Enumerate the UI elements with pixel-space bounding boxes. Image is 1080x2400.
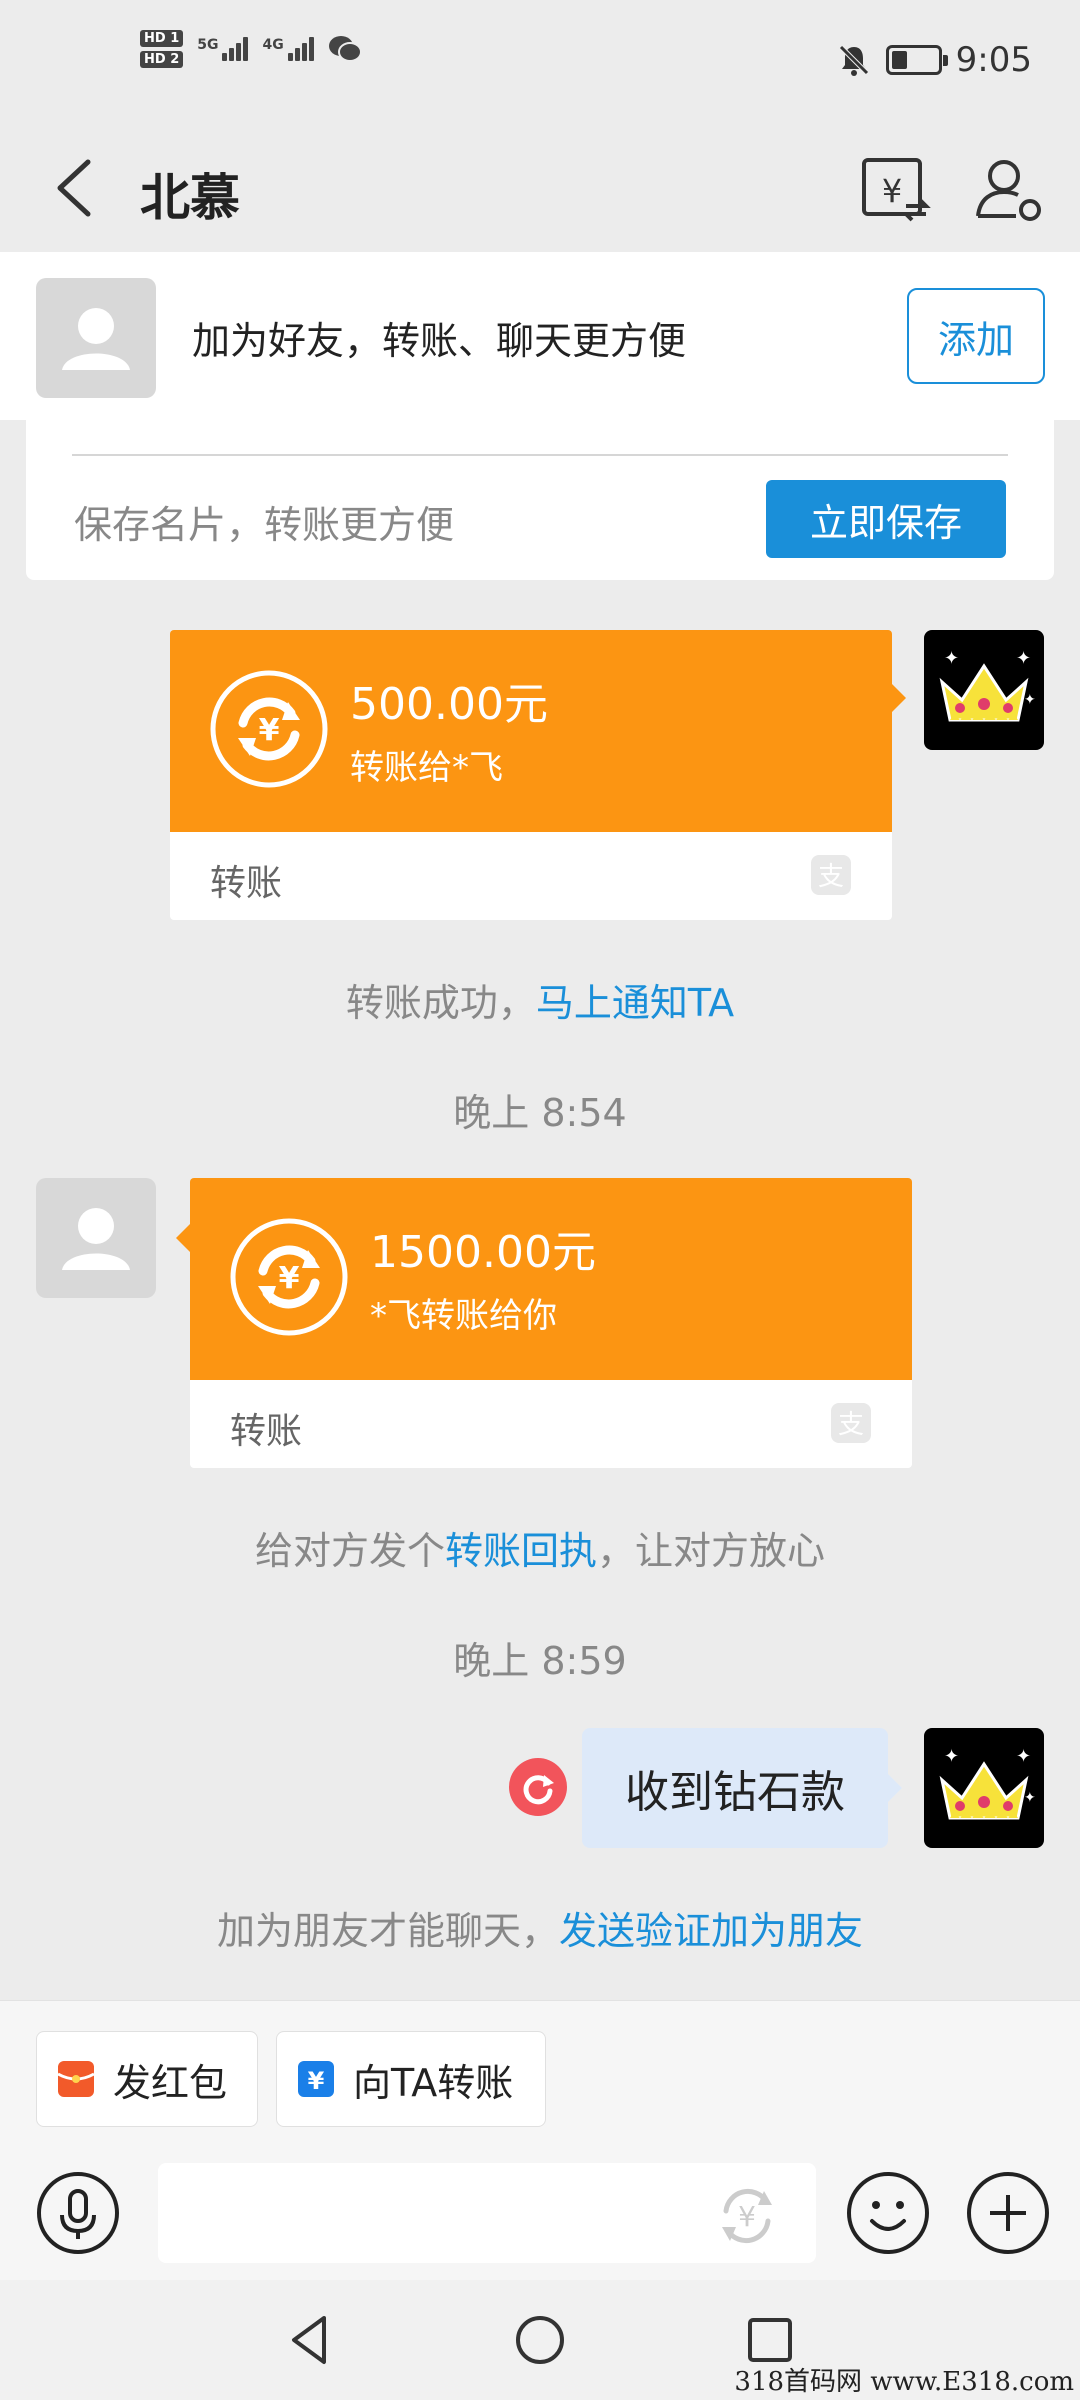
transfer-label: 向TA转账: [353, 2060, 514, 2105]
input-row: ¥: [0, 2161, 1080, 2271]
svg-text:✦: ✦: [944, 1746, 959, 1767]
transfer-exchange-icon: ¥: [230, 1218, 348, 1336]
transfer-description: 转账给*飞: [350, 748, 503, 788]
signal-4g-icon: 4G: [262, 37, 314, 61]
bubble-tail: [176, 1222, 192, 1254]
alipay-icon: 支: [811, 855, 851, 895]
transfer-card-footer: 转账 支: [170, 832, 892, 920]
notice-text-suffix: ，让对方放心: [597, 1529, 826, 1573]
crown-icon: ✦ ✦ ✦: [939, 648, 1036, 722]
svg-text:¥: ¥: [882, 172, 902, 210]
timestamp: 晚上 8:54: [453, 1091, 627, 1135]
svg-text:支: 支: [818, 862, 844, 892]
transfer-footer-label: 转账: [210, 863, 283, 904]
svg-text:支: 支: [838, 1410, 864, 1440]
save-now-button[interactable]: 立即保存: [766, 480, 1006, 558]
mute-icon: [838, 45, 869, 76]
emoji-icon[interactable]: [846, 2171, 930, 2255]
svg-text:¥: ¥: [308, 2067, 325, 2095]
status-left: HD 1 HD 2 5G 4G: [140, 30, 362, 68]
text-message-bubble[interactable]: 收到钻石款: [582, 1728, 902, 1848]
incoming-transfer-card[interactable]: ¥ 1500.00元 *飞转账给你 转账 支: [176, 1178, 912, 1468]
transfer-card-footer: 转账 支: [190, 1380, 912, 1468]
plus-icon[interactable]: [966, 2171, 1050, 2255]
receipt-notice: 给对方发个转账回执，让对方放心: [0, 1520, 1080, 1575]
add-friend-button[interactable]: 添加: [907, 288, 1045, 384]
sim1-badge: HD 1: [140, 30, 184, 47]
watermark: 318首码网 www.E318.com: [734, 2367, 1074, 2397]
red-packet-icon: [57, 2061, 95, 2097]
svg-text:✦: ✦: [1024, 692, 1036, 708]
svg-text:✦: ✦: [1016, 648, 1031, 669]
default-avatar-icon: [62, 308, 130, 370]
notice-text: 加为朋友才能聊天，: [216, 1909, 559, 1953]
transfer-amount: 500.00元: [350, 679, 548, 730]
network2-label: 4G: [262, 37, 284, 53]
voice-icon[interactable]: [36, 2171, 120, 2255]
transfer-card-header: ¥ 1500.00元 *飞转账给你: [190, 1178, 912, 1380]
system-back-icon[interactable]: [280, 2310, 340, 2370]
transfer-footer-label: 转账: [230, 1411, 303, 1452]
send-verification-link[interactable]: 发送验证加为朋友: [559, 1909, 863, 1953]
timestamp: 晚上 8:59: [453, 1639, 627, 1683]
signal-5g-icon: 5G: [197, 37, 249, 61]
svg-text:✦: ✦: [1016, 1746, 1031, 1767]
sim2-badge: HD 2: [140, 51, 184, 68]
back-icon[interactable]: [46, 148, 106, 228]
chat-bottom-panel: 发红包 ¥ 向TA转账 ¥: [0, 2000, 1080, 2280]
network1-label: 5G: [197, 37, 219, 53]
crown-icon: ✦ ✦ ✦: [939, 1746, 1036, 1820]
svg-text:¥: ¥: [279, 1261, 300, 1296]
notify-link[interactable]: 马上通知TA: [536, 981, 734, 1025]
chat-title: 北慕: [140, 169, 240, 227]
receipt-link[interactable]: 转账回执: [445, 1529, 597, 1573]
transfer-card-header: ¥ 500.00元 转账给*飞: [170, 630, 892, 832]
red-packet-button[interactable]: 发红包: [36, 2031, 258, 2127]
sim-indicators: HD 1 HD 2: [140, 30, 184, 68]
notice-text-prefix: 给对方发个: [254, 1529, 445, 1573]
transfer-description: *飞转账给你: [370, 1296, 557, 1336]
outgoing-transfer-card[interactable]: ¥ 500.00元 转账给*飞 转账 支: [170, 630, 906, 920]
system-navigation-bar: 318首码网 www.E318.com: [0, 2280, 1080, 2400]
my-avatar[interactable]: ✦ ✦ ✦: [924, 1728, 1044, 1848]
transfer-amount: 1500.00元: [370, 1227, 596, 1278]
transfer-icon: ¥: [298, 2061, 334, 2097]
my-avatar[interactable]: ✦ ✦ ✦: [924, 630, 1044, 750]
svg-text:✦: ✦: [1024, 1790, 1036, 1806]
divider: [72, 454, 1008, 456]
save-contact-card: 保存名片，转账更方便 立即保存: [26, 420, 1054, 580]
battery-fill: [891, 51, 907, 69]
status-right: 9:05: [836, 40, 1032, 80]
red-packet-label: 发红包: [113, 2060, 228, 2105]
system-home-icon[interactable]: [510, 2310, 570, 2370]
transfer-shortcut-icon[interactable]: ¥: [712, 2181, 782, 2251]
default-avatar-icon: [62, 1208, 130, 1270]
alipay-icon: 支: [831, 1403, 871, 1443]
resend-icon[interactable]: [508, 1757, 568, 1817]
transfer-success-notice: 转账成功，马上通知TA: [0, 972, 1080, 1027]
transfer-exchange-icon: ¥: [210, 670, 328, 788]
contact-avatar[interactable]: [36, 278, 156, 398]
svg-text:¥: ¥: [259, 713, 280, 748]
status-time: 9:05: [955, 40, 1032, 80]
add-friend-text: 加为好友，转账、聊天更方便: [192, 319, 687, 363]
message-text: 收到钻石款: [625, 1767, 845, 1818]
friend-required-notice: 加为朋友才能聊天，发送验证加为朋友: [0, 1900, 1080, 1955]
battery-icon: [885, 45, 948, 75]
wechat-icon: [328, 36, 362, 62]
add-friend-banner: 加为好友，转账、聊天更方便 添加: [0, 252, 1080, 420]
notice-text: 转账成功，: [345, 981, 536, 1025]
svg-text:✦: ✦: [944, 648, 959, 669]
transfer-record-icon[interactable]: ¥: [854, 148, 934, 228]
svg-text:¥: ¥: [738, 2200, 756, 2233]
contact-avatar[interactable]: [36, 1178, 156, 1298]
bubble-tail: [890, 682, 906, 714]
bubble-tail: [886, 1772, 902, 1804]
save-contact-text: 保存名片，转账更方便: [74, 503, 455, 547]
status-bar: HD 1 HD 2 5G 4G 9:05: [0, 0, 1080, 130]
chat-header: 北慕 ¥: [0, 130, 1080, 250]
profile-settings-icon[interactable]: [968, 148, 1048, 228]
transfer-to-ta-button[interactable]: ¥ 向TA转账: [276, 2031, 546, 2127]
